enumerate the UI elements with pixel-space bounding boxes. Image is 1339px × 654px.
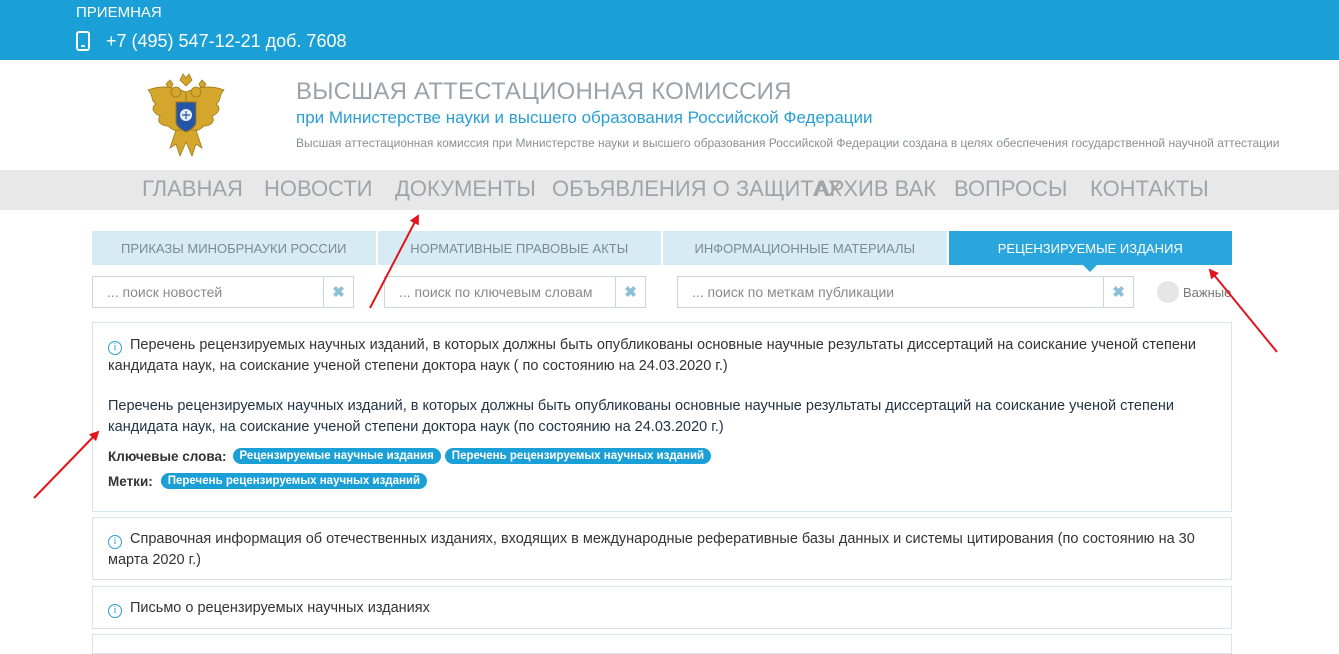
document-card[interactable]: i Справочная информация об отечественных … — [92, 517, 1232, 580]
tags-row: Метки: Перечень рецензируемых научных из… — [108, 473, 1216, 489]
keyword-search-input[interactable] — [385, 277, 615, 307]
tag-search: ✖ — [677, 276, 1134, 308]
document-card[interactable]: i Перечень рецензируемых научных изданий,… — [92, 322, 1232, 512]
keyword-search: ✖ — [384, 276, 646, 308]
nav-item-news[interactable]: НОВОСТИ — [264, 176, 372, 202]
document-category-tabs: ПРИКАЗЫ МИНОБРНАУКИ РОССИИ НОРМАТИВНЫЕ П… — [92, 231, 1232, 272]
news-search: ✖ — [92, 276, 354, 308]
clear-icon[interactable]: ✖ — [1103, 277, 1133, 307]
important-toggle[interactable] — [1157, 281, 1179, 303]
site-header: ВЫСШАЯ АТТЕСТАЦИОННАЯ КОМИССИЯ при Минис… — [0, 60, 1339, 170]
nav-item-documents[interactable]: ДОКУМЕНТЫ — [395, 176, 536, 202]
clear-icon[interactable]: ✖ — [323, 277, 353, 307]
document-title-text[interactable]: Письмо о рецензируемых научных изданиях — [130, 600, 430, 616]
top-contact-bar: ПРИЕМНАЯ +7 (495) 547-12-21 доб. 7608 — [0, 0, 1339, 60]
site-description: Высшая аттестационная комиссия при Минис… — [296, 136, 1280, 150]
phone-icon — [76, 31, 90, 51]
keywords-label: Ключевые слова: — [108, 448, 227, 464]
tags-label: Метки: — [108, 473, 153, 489]
publication-tag[interactable]: Перечень рецензируемых научных изданий — [160, 473, 428, 489]
info-icon: i — [108, 604, 122, 618]
nav-item-archive[interactable]: АРХИВ ВАК — [815, 176, 936, 202]
news-search-input[interactable] — [93, 277, 323, 307]
main-navigation: ГЛАВНАЯ НОВОСТИ ДОКУМЕНТЫ ОБЪЯВЛЕНИЯ О З… — [0, 170, 1339, 210]
tab-legal-acts[interactable]: НОРМАТИВНЫЕ ПРАВОВЫЕ АКТЫ — [377, 231, 663, 265]
document-card[interactable] — [92, 634, 1232, 654]
keywords-row: Ключевые слова: Рецензируемые научные из… — [108, 448, 1216, 464]
keyword-tag[interactable]: Перечень рецензируемых научных изданий — [444, 448, 712, 464]
nav-item-contacts[interactable]: КОНТАКТЫ — [1090, 176, 1209, 202]
reception-label: ПРИЕМНАЯ — [76, 4, 162, 21]
document-card[interactable]: i Письмо о рецензируемых научных изданиях — [92, 586, 1232, 629]
info-icon: i — [108, 341, 122, 355]
important-label: Важные — [1183, 285, 1232, 300]
document-body: Перечень рецензируемых научных изданий, … — [108, 398, 1174, 435]
document-title[interactable]: i Письмо о рецензируемых научных изданиях — [108, 598, 1216, 619]
document-title[interactable]: i Справочная информация об отечественных … — [108, 529, 1216, 571]
arrow-to-document — [33, 430, 100, 499]
clear-icon[interactable]: ✖ — [615, 277, 645, 307]
keyword-tag[interactable]: Рецензируемые научные издания — [232, 448, 441, 464]
phone-number[interactable]: +7 (495) 547-12-21 доб. 7608 — [106, 31, 346, 52]
nav-item-questions[interactable]: ВОПРОСЫ — [954, 176, 1068, 202]
tab-info-materials[interactable]: ИНФОРМАЦИОННЫЕ МАТЕРИАЛЫ — [663, 231, 949, 265]
tag-search-input[interactable] — [678, 277, 1103, 307]
tab-peer-reviewed-journals[interactable]: РЕЦЕНЗИРУЕМЫЕ ИЗДАНИЯ — [948, 231, 1232, 272]
document-title-text[interactable]: Перечень рецензируемых научных изданий, … — [108, 337, 1196, 374]
site-subtitle: при Министерстве науки и высшего образов… — [296, 108, 873, 127]
nav-item-home[interactable]: ГЛАВНАЯ — [142, 176, 243, 202]
coat-of-arms-emblem[interactable] — [140, 70, 232, 162]
info-icon: i — [108, 535, 122, 549]
document-title-text[interactable]: Справочная информация об отечественных и… — [108, 531, 1195, 568]
tab-ministry-orders[interactable]: ПРИКАЗЫ МИНОБРНАУКИ РОССИИ — [92, 231, 378, 265]
site-title: ВЫСШАЯ АТТЕСТАЦИОННАЯ КОМИССИЯ — [296, 78, 792, 105]
nav-item-defense-announcements[interactable]: ОБЪЯВЛЕНИЯ О ЗАЩИТАХ — [552, 176, 842, 202]
document-title[interactable]: i Перечень рецензируемых научных изданий,… — [108, 335, 1216, 377]
phone-row[interactable]: +7 (495) 547-12-21 доб. 7608 — [76, 30, 346, 52]
